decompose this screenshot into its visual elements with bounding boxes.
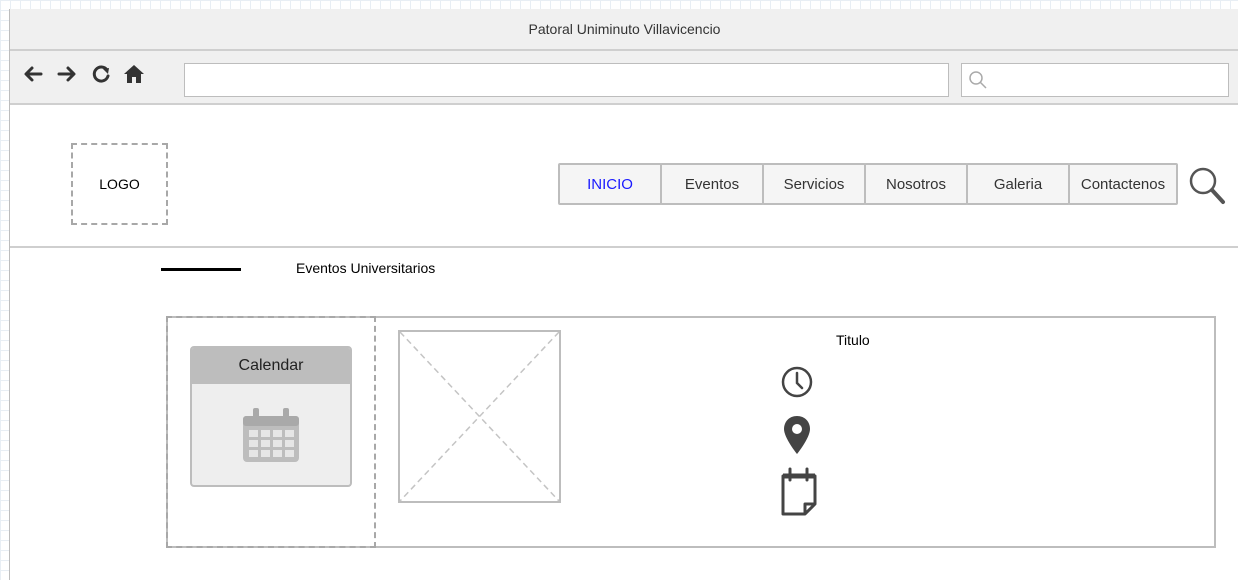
header-divider (10, 246, 1238, 248)
event-title: Titulo (836, 332, 870, 348)
image-placeholder (398, 330, 561, 503)
logo-text: LOGO (99, 176, 140, 192)
nav-nosotros[interactable]: Nosotros (864, 163, 968, 205)
section-heading-line (161, 268, 241, 271)
forward-arrow-icon[interactable] (56, 63, 78, 85)
nav-eventos[interactable]: Eventos (660, 163, 764, 205)
browser-toolbar (10, 51, 1238, 105)
browser-search-input[interactable] (961, 63, 1229, 97)
section-title: Eventos Universitarios (296, 260, 436, 276)
browser-window: Patoral Uniminuto Villavicencio LOGO INI… (9, 9, 1238, 580)
home-icon[interactable] (123, 63, 145, 85)
nav-galeria[interactable]: Galeria (966, 163, 1070, 205)
main-nav: INICIO Eventos Servicios Nosotros Galeri… (558, 163, 1178, 205)
reload-icon[interactable] (90, 63, 112, 85)
nav-servicios[interactable]: Servicios (762, 163, 866, 205)
event-card[interactable]: Calendar Titulo (166, 316, 1216, 548)
location-pin-icon (780, 414, 814, 461)
note-icon (780, 466, 818, 521)
calendar-header: Calendar (192, 348, 350, 384)
address-bar[interactable] (184, 63, 949, 97)
back-arrow-icon[interactable] (22, 63, 44, 85)
clock-icon (780, 365, 814, 404)
site-logo[interactable]: LOGO (71, 143, 168, 225)
window-titlebar: Patoral Uniminuto Villavicencio (10, 9, 1238, 51)
site-search-icon[interactable] (1187, 165, 1229, 207)
calendar-widget[interactable]: Calendar (190, 346, 352, 487)
calendar-cell: Calendar (166, 316, 376, 548)
nav-inicio[interactable]: INICIO (558, 163, 662, 205)
calendar-icon (241, 406, 301, 469)
nav-contactenos[interactable]: Contactenos (1068, 163, 1178, 205)
window-title: Patoral Uniminuto Villavicencio (528, 21, 721, 37)
